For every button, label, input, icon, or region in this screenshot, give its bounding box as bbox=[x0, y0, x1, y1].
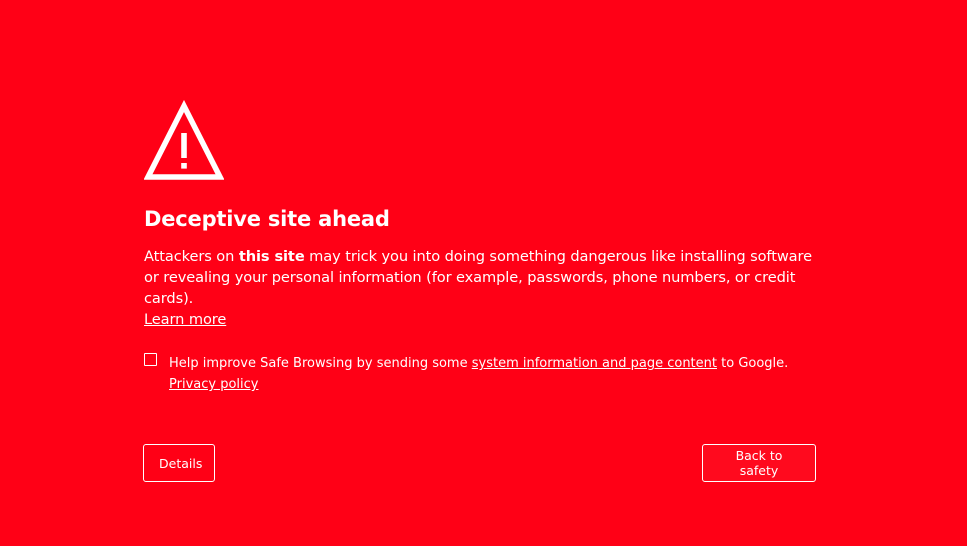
main-content: Deceptive site ahead Attackers on this s… bbox=[144, 100, 816, 330]
back-to-safety-button[interactable]: Back to safety bbox=[702, 444, 816, 482]
warning-triangle-icon bbox=[144, 100, 224, 180]
optin-text-before: Help improve Safe Browsing by sending so… bbox=[169, 356, 472, 371]
interstitial-page: Deceptive site ahead Attackers on this s… bbox=[0, 0, 967, 546]
message-prefix: Attackers on bbox=[144, 248, 239, 265]
message-emphasis: this site bbox=[238, 248, 305, 265]
system-info-link[interactable]: system information and page content bbox=[472, 356, 717, 371]
learn-more-link[interactable]: Learn more bbox=[144, 311, 226, 328]
details-button[interactable]: Details bbox=[143, 444, 215, 482]
warning-message: Attackers on this site may trick you int… bbox=[144, 246, 816, 330]
optin-checkbox[interactable] bbox=[144, 353, 157, 366]
optin-text: Help improve Safe Browsing by sending so… bbox=[169, 353, 816, 395]
optin-text-after: to Google. bbox=[717, 356, 789, 371]
privacy-policy-link[interactable]: Privacy policy bbox=[169, 377, 258, 392]
page-title: Deceptive site ahead bbox=[144, 207, 390, 231]
safe-browsing-optin: Help improve Safe Browsing by sending so… bbox=[144, 353, 816, 395]
